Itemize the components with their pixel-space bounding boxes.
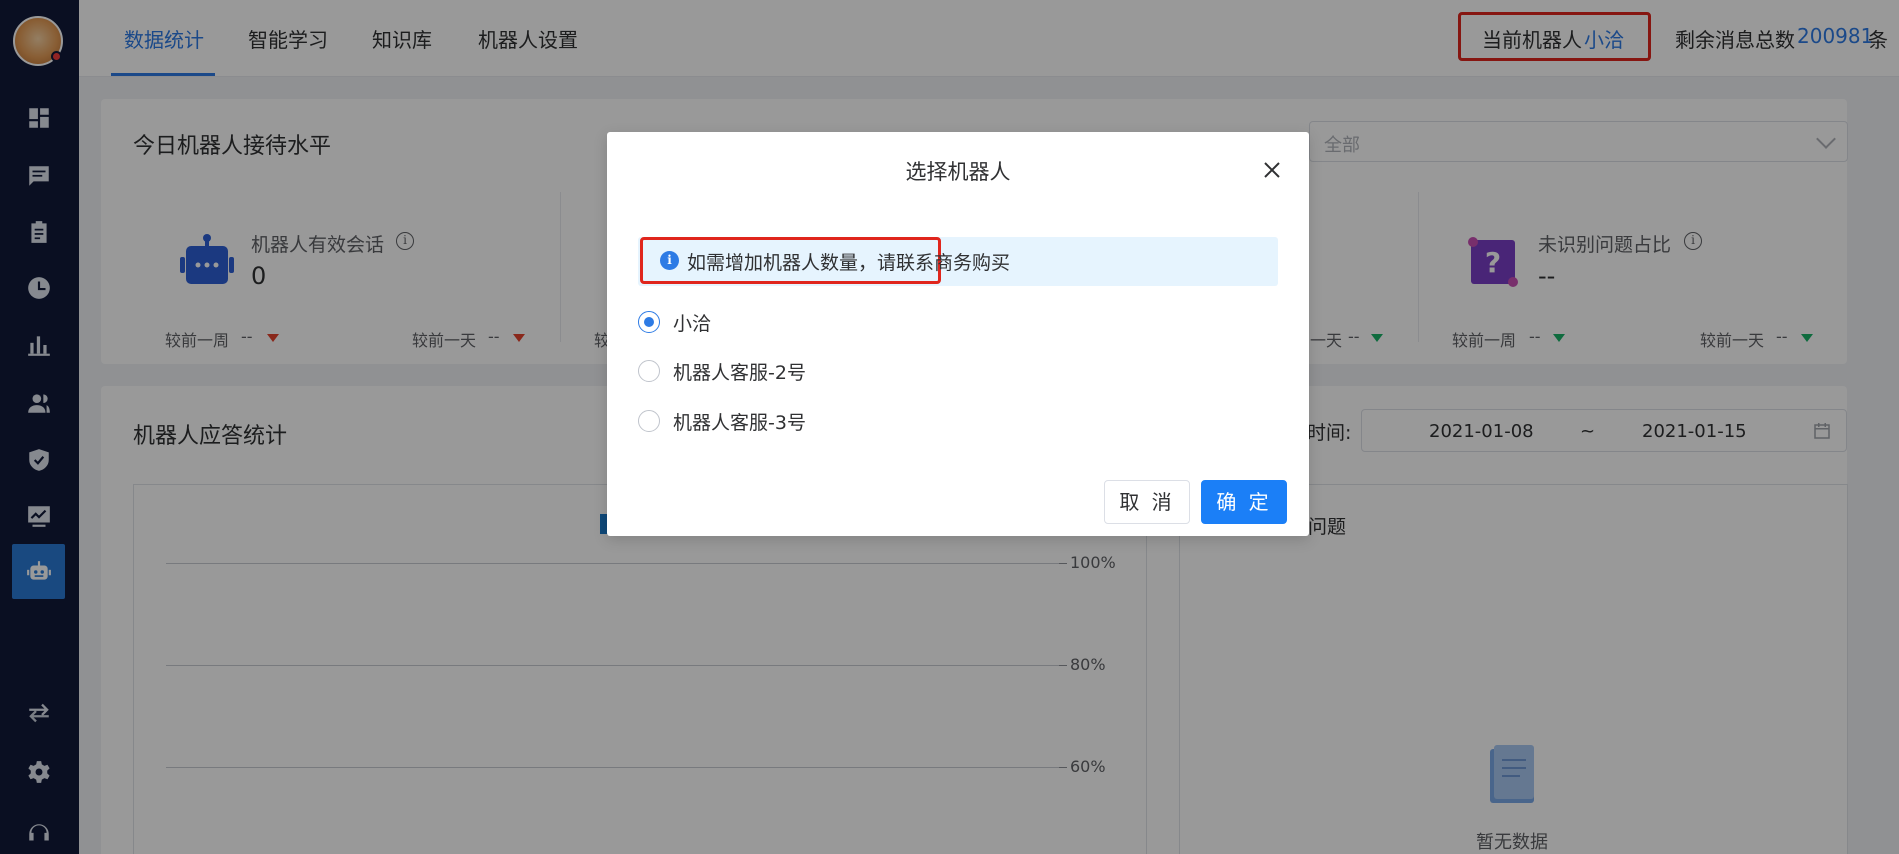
notice-text: 如需增加机器人数量，请联系商务购买 (687, 252, 1011, 274)
select-robot-dialog: 选择机器人 i 如需增加机器人数量，请联系商务购买 小洽 机器人客服-2号 机器… (607, 132, 1309, 536)
dialog-title: 选择机器人 (905, 160, 1011, 184)
cancel-button[interactable]: 取 消 (1104, 480, 1190, 524)
radio-button[interactable] (638, 360, 660, 382)
robot-option-label[interactable]: 机器人客服-3号 (673, 408, 806, 435)
robot-option-label[interactable]: 机器人客服-2号 (673, 358, 806, 385)
radio-button[interactable] (638, 410, 660, 432)
info-icon: i (660, 251, 679, 270)
radio-button[interactable] (638, 311, 660, 333)
robot-option-label[interactable]: 小洽 (673, 309, 711, 336)
confirm-button[interactable]: 确 定 (1201, 480, 1287, 524)
close-icon[interactable] (1259, 157, 1285, 183)
